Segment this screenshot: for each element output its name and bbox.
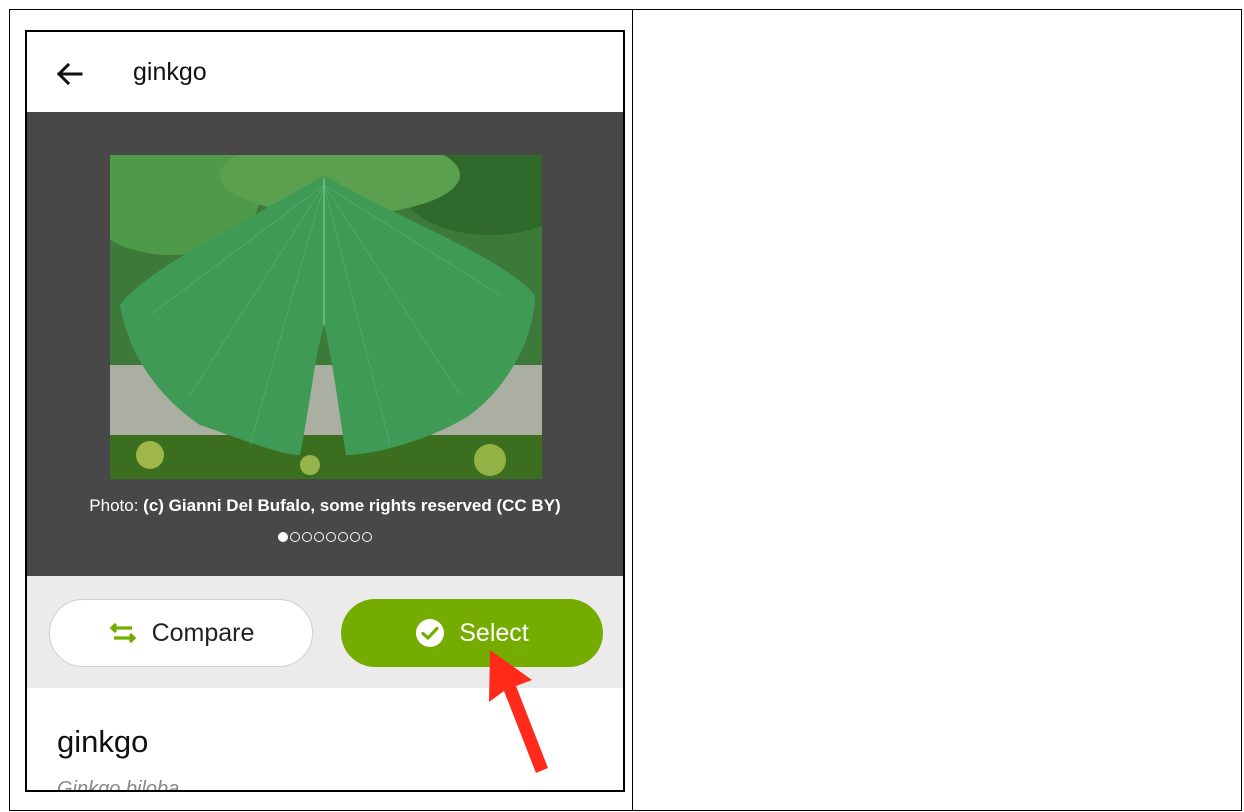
back-button[interactable]: [51, 56, 87, 92]
compare-button[interactable]: Compare: [49, 599, 313, 667]
photo-gallery[interactable]: Photo: (c) Gianni Del Bufalo, some right…: [27, 112, 623, 576]
swap-arrows-icon: [109, 622, 136, 644]
page-dot[interactable]: [326, 531, 336, 542]
action-bar: Compare Select: [27, 576, 623, 688]
select-button[interactable]: Select: [341, 599, 603, 667]
select-label: Select: [459, 618, 529, 647]
column-divider: [632, 9, 633, 811]
page-title: ginkgo: [133, 58, 207, 86]
page-dot[interactable]: [338, 531, 348, 542]
photo-credit: Photo: (c) Gianni Del Bufalo, some right…: [27, 496, 623, 516]
species-photo[interactable]: [110, 155, 542, 479]
page-dot[interactable]: [350, 531, 360, 542]
page-indicator[interactable]: [27, 528, 623, 542]
page-dot[interactable]: [278, 531, 288, 542]
phone-screen: ginkgo Photo: (c) Gianni Del Bufalo, som…: [25, 30, 625, 792]
compare-label: Compare: [151, 618, 255, 647]
arrow-left-icon: [56, 62, 83, 86]
ginkgo-leaf-image: [110, 155, 542, 479]
page-dot[interactable]: [290, 531, 300, 542]
common-name: ginkgo: [57, 724, 149, 759]
page-dot[interactable]: [302, 531, 312, 542]
credit-prefix: Photo:: [89, 496, 144, 515]
credit-text: (c) Gianni Del Bufalo, some rights reser…: [143, 496, 561, 515]
page-dot[interactable]: [362, 531, 372, 542]
page-dot[interactable]: [314, 531, 324, 542]
species-details: ginkgo Ginkgo biloba: [27, 688, 623, 792]
app-bar: ginkgo: [27, 32, 623, 112]
scientific-name: Ginkgo biloba: [57, 778, 180, 792]
check-circle-icon: [416, 619, 445, 647]
